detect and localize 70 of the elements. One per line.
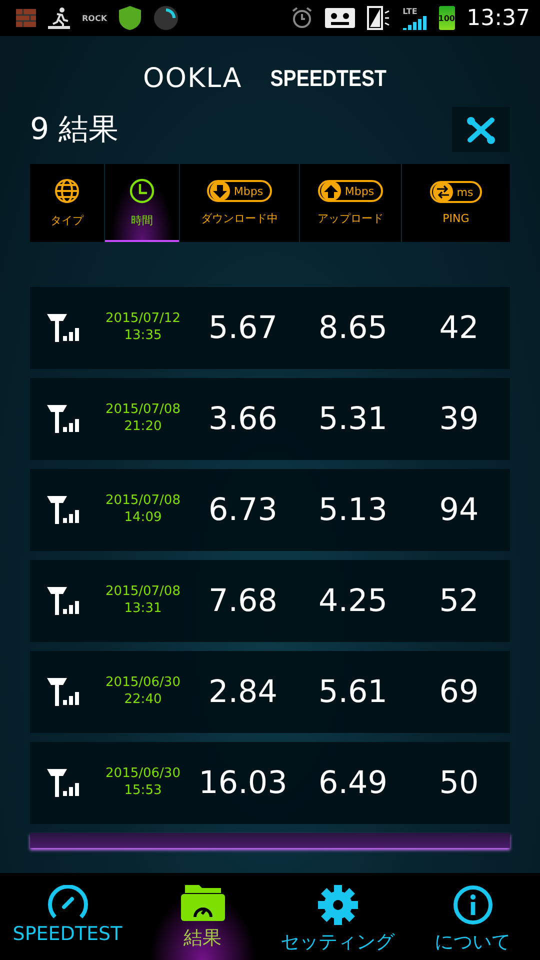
unit-label: Mbps: [344, 184, 374, 198]
upload-value: 4.25: [317, 583, 389, 619]
result-datetime: 2015/06/30 22:40: [104, 675, 182, 709]
network-type-label: LTE: [402, 6, 418, 16]
clock-icon: [129, 178, 155, 204]
tools-button[interactable]: [452, 107, 510, 152]
unit-label: Mbps: [234, 184, 264, 198]
clock-time: 13:37: [466, 6, 530, 30]
signal-tower-icon: [47, 314, 81, 342]
phone-vibrate-icon: [366, 6, 391, 30]
ping-value: 52: [438, 583, 480, 619]
unit-label: ms: [456, 186, 474, 198]
globe-icon: [54, 178, 80, 204]
speedometer-icon: [46, 885, 88, 919]
result-datetime: 2015/07/12 13:35: [104, 311, 182, 345]
result-datetime: 2015/07/08 14:09: [104, 493, 182, 527]
download-value: 5.67: [207, 310, 279, 346]
result-datetime: 2015/07/08 21:20: [104, 402, 182, 436]
product-logo: SPEEDTEST: [270, 64, 387, 92]
nav-tab[interactable]: について: [405, 873, 540, 960]
signal-tower-icon: [47, 678, 81, 706]
result-row[interactable]: 2015/06/30 15:53 16.03 6.49 50: [30, 742, 510, 824]
result-datetime: 2015/06/30 15:53: [104, 766, 182, 800]
cassette-icon: [324, 8, 355, 28]
signal-tower-icon: [47, 769, 81, 797]
results-title: 9 結果: [30, 111, 119, 149]
ping-value: 42: [438, 310, 480, 346]
sort-tab[interactable]: Mbps ダウンロード中: [179, 164, 299, 242]
signal-tower-icon: [47, 587, 81, 615]
signal-tower-icon: [47, 405, 81, 433]
signal-tower-icon: [47, 496, 81, 524]
result-row[interactable]: 2015/07/08 14:09 6.73 5.13 94: [30, 469, 510, 551]
result-datetime: 2015/07/08 13:31: [104, 584, 182, 618]
brand-logo: OOKLA: [142, 62, 242, 94]
nav-tab[interactable]: セッティング: [270, 873, 405, 960]
result-row[interactable]: 2015/07/08 13:31 7.68 4.25 52: [30, 560, 510, 642]
upload-value: 8.65: [317, 310, 389, 346]
result-row[interactable]: 2015/07/08 21:20 3.66 5.31 39: [30, 378, 510, 460]
ping-value: 94: [438, 492, 480, 528]
folder-gauge-icon: [180, 885, 224, 921]
upload-value: 6.49: [317, 765, 389, 801]
upload-value: 5.31: [317, 401, 389, 437]
signal-bars-icon: [402, 16, 427, 30]
sort-tab[interactable]: 時間: [104, 164, 179, 242]
download-value: 16.03: [198, 765, 288, 801]
ping-value: 39: [438, 401, 480, 437]
exchange-arrows-icon: [432, 181, 454, 203]
battery-icon: 100: [438, 6, 455, 30]
brick-wall-icon: [16, 9, 36, 27]
ring-icon: [153, 5, 180, 31]
sort-tab[interactable]: ms PING: [401, 164, 510, 242]
app-label: ROCK: [82, 14, 108, 22]
alarm-clock-icon: [290, 7, 313, 29]
download-value: 2.84: [207, 674, 279, 710]
ping-value: 50: [438, 765, 480, 801]
result-row[interactable]: 2015/07/12 13:35 5.67 8.65 42: [30, 287, 510, 369]
sort-tab[interactable]: Mbps アップロード: [299, 164, 401, 242]
download-value: 3.66: [207, 401, 279, 437]
nav-tab[interactable]: SPEEDTEST: [0, 873, 135, 960]
running-figure-icon: [48, 7, 70, 29]
settings-icon: [318, 885, 358, 925]
download-value: 7.68: [207, 583, 279, 619]
upload-value: 5.61: [317, 674, 389, 710]
sort-tab[interactable]: タイプ: [30, 164, 104, 242]
ping-value: 69: [438, 674, 480, 710]
upload-value: 5.13: [317, 492, 389, 528]
result-row[interactable]: 2015/06/30 22:40 2.84 5.61 69: [30, 651, 510, 733]
shield-icon: [119, 6, 142, 30]
download-value: 6.73: [207, 492, 279, 528]
info-icon: [452, 885, 492, 925]
